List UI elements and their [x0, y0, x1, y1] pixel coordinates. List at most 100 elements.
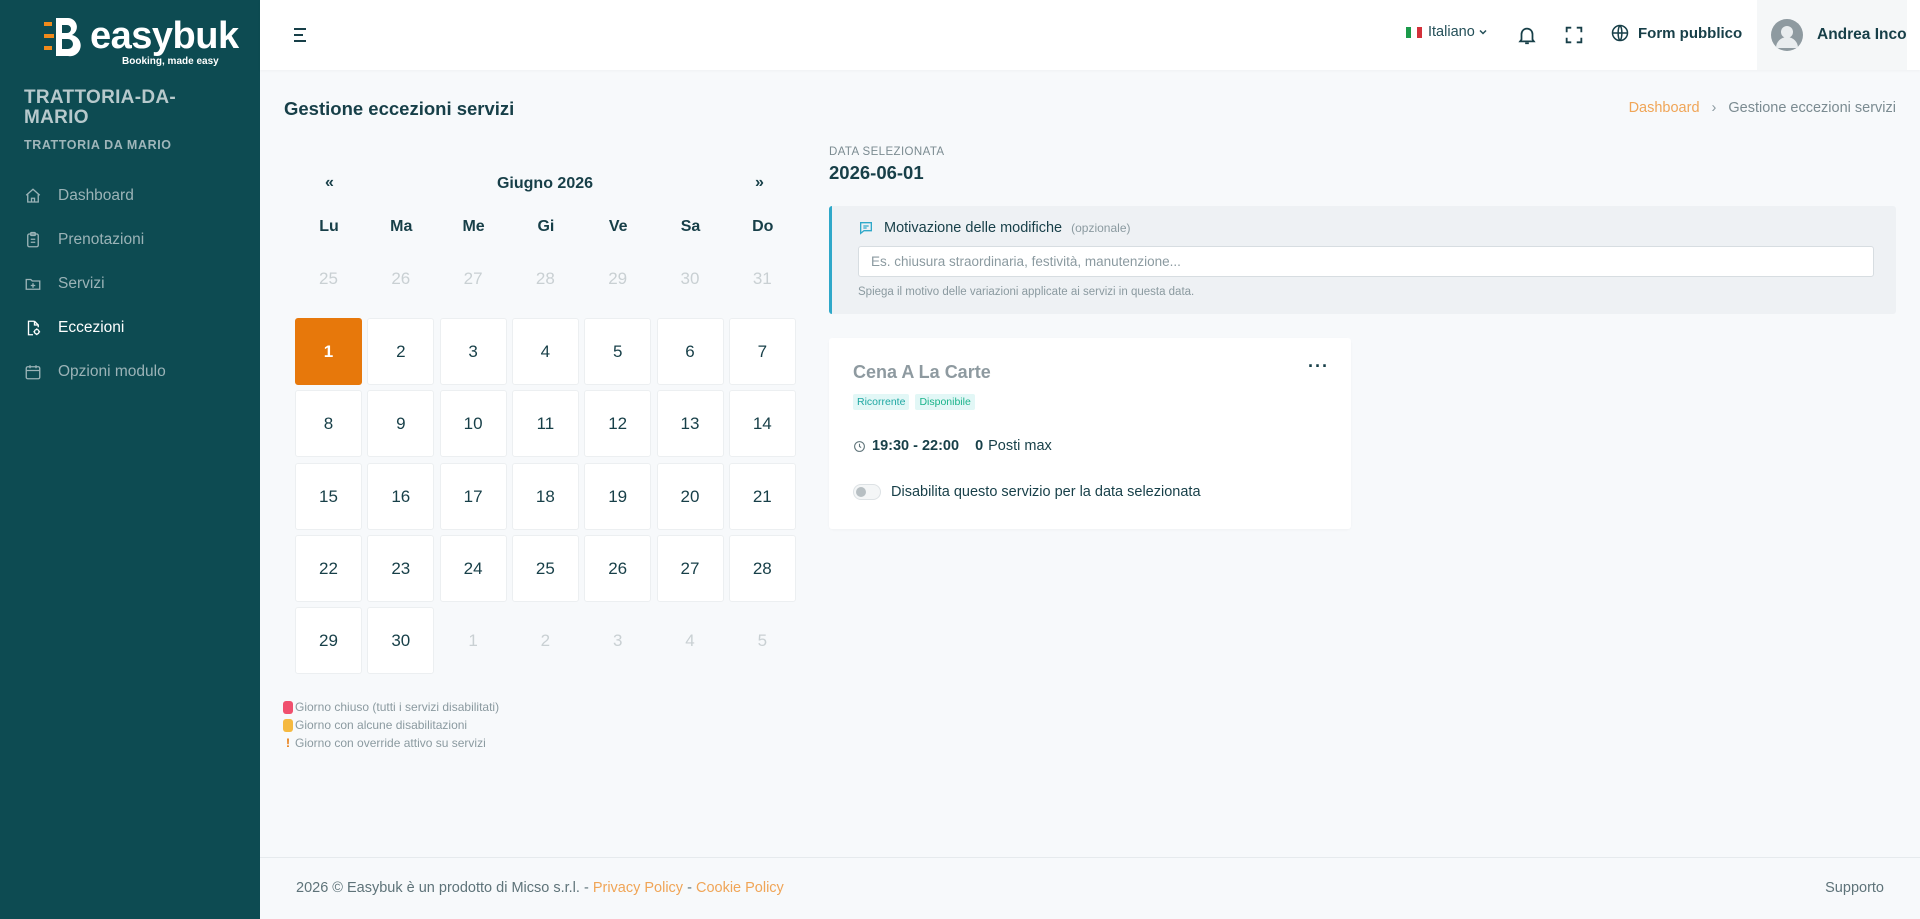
calendar-day[interactable]: 29 — [295, 607, 362, 674]
calendar-day[interactable]: 24 — [439, 535, 507, 602]
toggle-knob — [856, 487, 866, 497]
calendar-day[interactable]: 10 — [439, 390, 507, 457]
weekday-header: Lu — [319, 218, 339, 235]
breadcrumb-current: Gestione eccezioni servizi — [1728, 100, 1896, 116]
weekday-header: Ve — [608, 218, 628, 235]
calendar-day[interactable]: 26 — [584, 535, 652, 602]
legend-override: ! Giorno con override attivo su servizi — [283, 734, 499, 752]
calendar-day-selected[interactable]: 1 — [295, 318, 362, 385]
sidebar-item-opzioni-modulo[interactable]: Opzioni modulo — [0, 350, 260, 394]
calendar-day[interactable]: 19 — [584, 463, 652, 530]
topbar: Italiano Form pubblico Andrea Inco — [260, 0, 1920, 70]
service-time: 19:30 - 22:00 — [872, 438, 960, 454]
weekday-header: Do — [752, 218, 774, 235]
public-form-link[interactable]: Form pubblico — [1610, 23, 1742, 43]
file-settings-icon — [24, 319, 42, 337]
public-form-label: Form pubblico — [1638, 24, 1743, 42]
more-options-button[interactable]: ··· — [1308, 356, 1329, 377]
avatar — [1771, 19, 1803, 51]
calendar-next-button[interactable]: » — [755, 174, 764, 192]
calendar-day-outside: 28 — [535, 268, 555, 288]
legend-closed: Giorno chiuso (tutti i servizi disabilit… — [283, 698, 499, 716]
calendar-day[interactable]: 27 — [656, 535, 724, 602]
calendar-day[interactable]: 22 — [295, 535, 362, 602]
calendar-day[interactable]: 21 — [728, 463, 796, 530]
language-label: Italiano — [1428, 24, 1475, 40]
service-card: Cena A La Carte ··· Ricorrente Disponibi… — [829, 338, 1351, 529]
reason-optional: (opzionale) — [1071, 221, 1131, 235]
legend-closed-label: Giorno chiuso (tutti i servizi disabilit… — [295, 700, 500, 714]
calendar-header: « Giugno 2026 » — [295, 172, 795, 198]
calendar-day-outside: 29 — [608, 268, 628, 288]
calendar-day[interactable]: 15 — [295, 463, 362, 530]
calendar-day[interactable]: 13 — [656, 390, 724, 457]
reason-panel: Motivazione delle modifiche (opzionale) … — [829, 206, 1896, 314]
calendar-day[interactable]: 7 — [728, 318, 796, 385]
badge-available: Disponibile — [915, 394, 975, 410]
weekday-header: Sa — [680, 218, 701, 235]
weekday-header: Me — [462, 218, 485, 235]
legend-closed-swatch — [283, 700, 293, 714]
calendar-day[interactable]: 12 — [584, 390, 652, 457]
footer: 2026 © Easybuk è un prodotto di Micso s.… — [260, 857, 1920, 919]
user-avatar-icon — [1776, 26, 1798, 48]
calendar-day[interactable]: 30 — [367, 607, 435, 674]
sidebar-item-label: Prenotazioni — [58, 231, 145, 248]
calendar-day[interactable]: 20 — [656, 463, 724, 530]
org-title: TRATTORIA-DA-MARIO — [24, 87, 177, 128]
folder-plus-icon — [24, 275, 42, 293]
exclamation-icon: ! — [286, 736, 290, 750]
user-menu[interactable]: Andrea Inco — [1757, 0, 1907, 70]
calendar-day[interactable]: 28 — [728, 535, 796, 602]
calendar-day[interactable]: 18 — [511, 463, 579, 530]
sidebar-item-label: Eccezioni — [58, 319, 125, 336]
weekday-header: Ma — [390, 218, 413, 235]
calendar-day[interactable]: 25 — [511, 535, 579, 602]
calendar-day[interactable]: 8 — [295, 390, 362, 457]
menu-toggle-icon[interactable] — [290, 24, 312, 46]
calendar-day[interactable]: 3 — [439, 318, 507, 385]
privacy-policy-link[interactable]: Privacy Policy — [593, 880, 683, 896]
reason-title: Motivazione delle modifiche — [884, 220, 1063, 236]
calendar-day[interactable]: 11 — [511, 390, 579, 457]
calendar-day[interactable]: 17 — [439, 463, 507, 530]
chevron-right-icon: › — [1711, 100, 1717, 116]
calendar-day[interactable]: 5 — [584, 318, 652, 385]
cookie-policy-link[interactable]: Cookie Policy — [696, 880, 784, 896]
footer-separator: - — [687, 880, 692, 896]
calendar-icon — [24, 363, 42, 381]
sidebar-item-eccezioni[interactable]: Eccezioni — [0, 306, 260, 350]
language-selector[interactable]: Italiano — [1406, 24, 1488, 40]
globe-icon — [1611, 24, 1629, 42]
reason-input[interactable] — [858, 246, 1874, 277]
calendar-day[interactable]: 23 — [367, 535, 435, 602]
bell-icon[interactable] — [1516, 24, 1538, 46]
calendar-day[interactable]: 6 — [656, 318, 724, 385]
calendar-day[interactable]: 9 — [367, 390, 435, 457]
disable-service-toggle[interactable] — [853, 484, 881, 500]
calendar-day[interactable]: 16 — [367, 463, 435, 530]
fullscreen-icon[interactable] — [1563, 24, 1585, 46]
calendar-day[interactable]: 4 — [511, 318, 579, 385]
sidebar-item-dashboard[interactable]: Dashboard — [0, 174, 260, 218]
calendar-day-outside: 1 — [468, 630, 478, 650]
italy-flag-icon — [1406, 26, 1422, 38]
calendar-day[interactable]: 14 — [728, 390, 796, 457]
service-name: Cena A La Carte — [853, 362, 991, 382]
sidebar-item-label: Dashboard — [58, 187, 134, 204]
breadcrumb-dashboard-link[interactable]: Dashboard — [1629, 100, 1700, 116]
badge-recurring: Ricorrente — [853, 394, 910, 410]
reason-title-row: Motivazione delle modifiche (opzionale) — [858, 220, 1131, 236]
legend-override-label: Giorno con override attivo su servizi — [295, 736, 486, 750]
brand-logo[interactable]: easybuk Booking, made easy — [44, 16, 239, 72]
org-subtitle: TRATTORIA DA MARIO — [24, 138, 172, 152]
service-badges: Ricorrente Disponibile — [853, 394, 975, 410]
breadcrumb: Dashboard › Gestione eccezioni servizi — [1629, 100, 1896, 116]
user-name: Andrea Inco — [1817, 26, 1907, 43]
support-link[interactable]: Supporto — [1825, 880, 1884, 896]
service-time-row: 19:30 - 22:00 0 Posti max — [853, 438, 1052, 454]
sidebar-item-servizi[interactable]: Servizi — [0, 262, 260, 306]
calendar-day[interactable]: 2 — [367, 318, 435, 385]
reason-hint: Spiega il motivo delle variazioni applic… — [858, 286, 1195, 298]
sidebar-item-prenotazioni[interactable]: Prenotazioni — [0, 218, 260, 262]
